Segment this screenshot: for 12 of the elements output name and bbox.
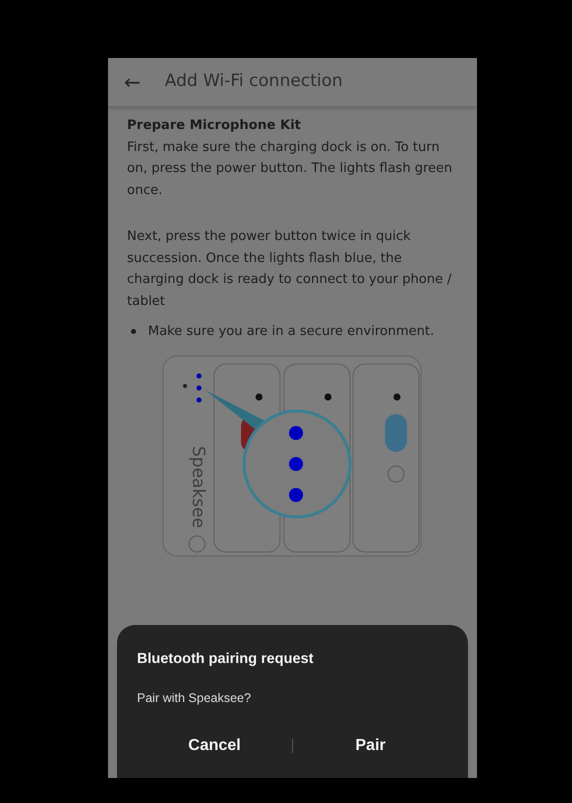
page-title: Add Wi-Fi connection <box>164 70 343 94</box>
instruction-text: First, make sure the charging dock is on. To turn on, press the power button. The lights flash green once. <box>127 138 454 200</box>
back-button[interactable]: ← <box>124 72 141 92</box>
instruction-text: Next, press the power button twice in quick succession. Once the lights flash blue, the charging dock is ready to connect to your phone / tablet <box>127 228 452 311</box>
section-heading: Prepare Microphone Kit <box>127 117 302 135</box>
dialog-message: Pair with Speaksee? <box>137 690 252 707</box>
bullet-icon <box>131 328 136 334</box>
bullet-text: Make sure you are in a secure environment. <box>148 322 434 341</box>
dialog-title: Bluetooth pairing request <box>137 650 314 669</box>
cancel-button[interactable]: Cancel <box>137 730 292 762</box>
pair-button[interactable]: Pair <box>293 730 448 762</box>
logo-text: Speaksee <box>188 446 208 528</box>
